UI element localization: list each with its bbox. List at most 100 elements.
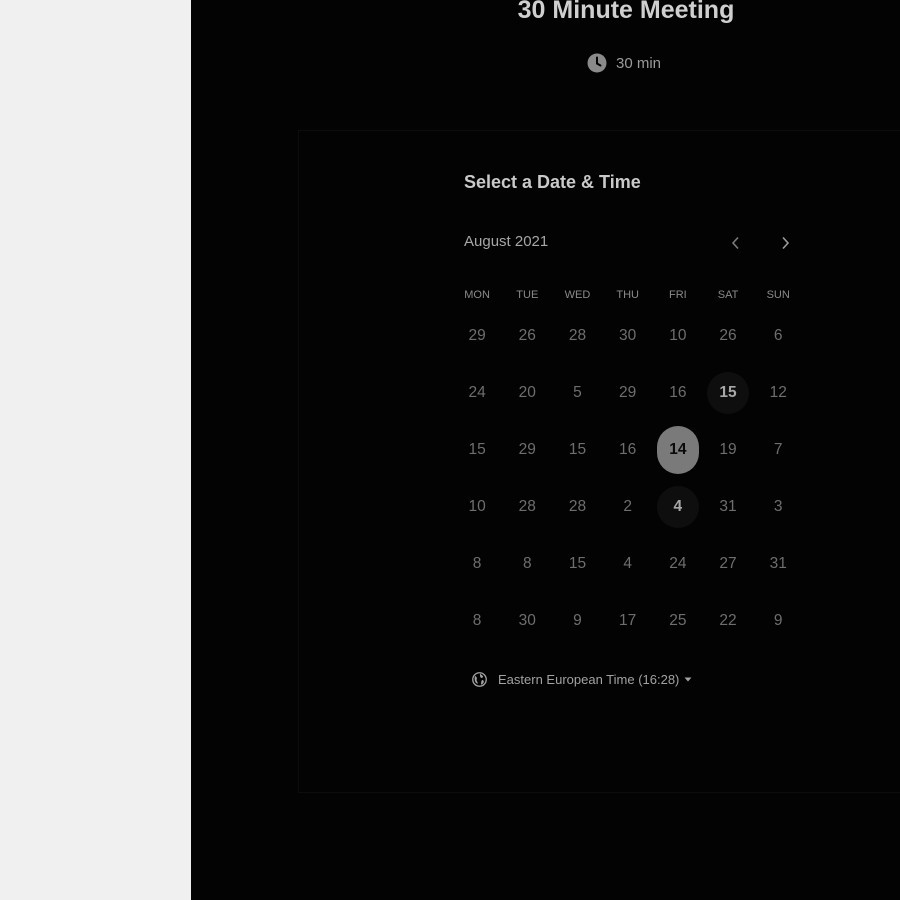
calendar-day: 12 bbox=[753, 364, 803, 421]
next-month-button[interactable] bbox=[771, 229, 799, 257]
day-number: 31 bbox=[769, 554, 787, 572]
calendar-day: 26 bbox=[703, 307, 753, 364]
event-title: 30 Minute Meeting bbox=[517, 0, 735, 24]
day-number: 28 bbox=[568, 497, 587, 515]
day-number: 17 bbox=[619, 611, 637, 629]
calendar-day: 29 bbox=[502, 421, 552, 478]
calendar-grid: 29 26 28 30 10 26 6 24 20 5 29 16 15 12 15 29 15 16 14 19 7 1… bbox=[452, 307, 803, 649]
day-number: 19 bbox=[719, 440, 737, 458]
timezone-selector[interactable]: Eastern European Time (16:28) bbox=[472, 669, 692, 689]
day-number: 30 bbox=[619, 326, 637, 344]
calendar-day: 28 bbox=[502, 478, 552, 535]
calendar-day: 25 bbox=[653, 592, 703, 649]
calendar-day: 24 bbox=[452, 364, 502, 421]
day-number: 15 bbox=[568, 440, 587, 458]
calendar-day: 30 bbox=[603, 307, 653, 364]
calendar-day: 2 bbox=[603, 478, 653, 535]
day-number: 8 bbox=[522, 554, 532, 572]
day-number: 9 bbox=[573, 611, 582, 629]
calendar-day: 10 bbox=[653, 307, 703, 364]
weekday-label: FRI bbox=[668, 289, 687, 301]
event-duration: 30 min bbox=[587, 52, 661, 74]
day-number: 27 bbox=[719, 554, 737, 572]
clock-icon bbox=[587, 53, 607, 73]
day-number: 24 bbox=[468, 383, 486, 401]
timezone-label: Eastern European Time (16:28) bbox=[498, 671, 680, 687]
calendar-day: 26 bbox=[502, 307, 552, 364]
calendar-day: 7 bbox=[753, 421, 803, 478]
previous-month-button[interactable] bbox=[722, 229, 750, 257]
day-number: 26 bbox=[719, 326, 737, 344]
page: 30 Minute Meeting 30 min Select a Date &… bbox=[0, 0, 900, 900]
date-time-heading: Select a Date & Time bbox=[464, 172, 641, 192]
day-number: 29 bbox=[518, 440, 536, 458]
day-number: 15 bbox=[568, 554, 587, 572]
day-number: 16 bbox=[669, 383, 687, 401]
day-number: 5 bbox=[573, 383, 582, 401]
day-number: 2 bbox=[623, 497, 632, 515]
day-number: 15 bbox=[468, 440, 486, 458]
day-number: 28 bbox=[568, 326, 587, 344]
day-number: 20 bbox=[518, 383, 536, 401]
day-number: 8 bbox=[472, 554, 482, 572]
calendar-day: 29 bbox=[452, 307, 502, 364]
calendar-day: 22 bbox=[703, 592, 753, 649]
day-number: 14 bbox=[656, 425, 699, 474]
day-number: 16 bbox=[619, 440, 637, 458]
available-date[interactable]: 4 bbox=[653, 478, 703, 535]
calendar-day: 28 bbox=[552, 307, 602, 364]
day-number: 4 bbox=[656, 485, 699, 528]
weekday-label: THU bbox=[616, 289, 639, 301]
calendar-day: 4 bbox=[603, 535, 653, 592]
day-number: 15 bbox=[707, 371, 750, 414]
chevron-left-icon bbox=[731, 236, 739, 250]
calendar-day: 20 bbox=[502, 364, 552, 421]
calendar-day: 6 bbox=[753, 307, 803, 364]
selected-date[interactable]: 14 bbox=[653, 421, 703, 478]
day-number: 8 bbox=[472, 611, 482, 629]
day-number: 24 bbox=[669, 554, 687, 572]
duration-label: 30 min bbox=[616, 54, 662, 72]
day-number: 28 bbox=[518, 497, 536, 515]
globe-icon bbox=[472, 671, 487, 687]
month-label: August 2021 bbox=[464, 233, 549, 250]
calendar-day: 9 bbox=[552, 592, 602, 649]
calendar-day: 15 bbox=[552, 421, 602, 478]
weekday-label: SAT bbox=[717, 289, 739, 301]
calendar-day: 16 bbox=[653, 364, 703, 421]
calendar-day: 3 bbox=[753, 478, 803, 535]
calendar-day: 8 bbox=[452, 592, 502, 649]
day-number: 29 bbox=[619, 383, 637, 401]
weekday-label: TUE bbox=[516, 289, 539, 301]
day-number: 10 bbox=[468, 497, 486, 515]
day-number: 7 bbox=[773, 440, 783, 458]
day-number: 31 bbox=[719, 497, 737, 515]
calendar-day: 8 bbox=[452, 535, 502, 592]
available-date[interactable]: 15 bbox=[703, 364, 753, 421]
calendar-day: 8 bbox=[502, 535, 552, 592]
day-number: 6 bbox=[773, 326, 783, 344]
day-number: 12 bbox=[769, 383, 787, 401]
calendar-day: 29 bbox=[603, 364, 653, 421]
day-number: 22 bbox=[719, 611, 737, 629]
weekday-label: WED bbox=[564, 289, 591, 301]
calendar-day: 15 bbox=[452, 421, 502, 478]
calendar-day: 9 bbox=[753, 592, 803, 649]
weekday-label: MON bbox=[464, 289, 490, 301]
calendar-day: 19 bbox=[703, 421, 753, 478]
calendar-day: 30 bbox=[502, 592, 552, 649]
calendar-day: 15 bbox=[552, 535, 602, 592]
day-number: 10 bbox=[669, 326, 687, 344]
day-number: 3 bbox=[773, 497, 783, 515]
calendar-day: 5 bbox=[552, 364, 602, 421]
calendar-day: 31 bbox=[753, 535, 803, 592]
calendar-day: 17 bbox=[603, 592, 653, 649]
day-number: 30 bbox=[518, 611, 536, 629]
calendar-day: 24 bbox=[653, 535, 703, 592]
calendar-day: 16 bbox=[603, 421, 653, 478]
day-number: 25 bbox=[669, 611, 687, 629]
day-number: 4 bbox=[623, 554, 632, 572]
weekday-label: SUN bbox=[766, 289, 790, 301]
calendar-day: 28 bbox=[552, 478, 602, 535]
chevron-right-icon bbox=[782, 236, 790, 250]
